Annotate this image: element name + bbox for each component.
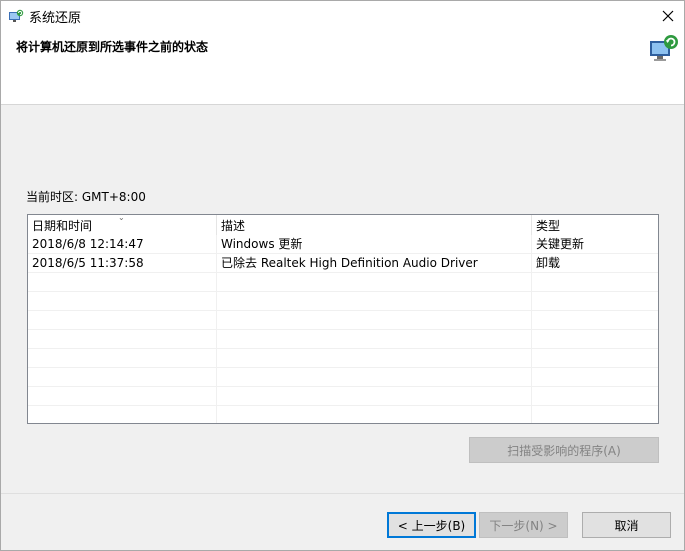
table-row[interactable]: 2018/6/8 12:14:47 Windows 更新 关键更新 bbox=[28, 235, 658, 254]
close-button[interactable] bbox=[657, 6, 679, 26]
timezone-label: 当前时区: GMT+8:00 bbox=[26, 190, 146, 204]
cancel-button[interactable]: 取消 bbox=[582, 512, 671, 538]
empty-row bbox=[28, 311, 658, 330]
close-icon bbox=[662, 10, 674, 22]
next-button[interactable]: 下一步(N) > bbox=[479, 512, 568, 538]
column-header-label: 日期和时间 bbox=[32, 219, 93, 233]
sort-chevron-icon: ⌄ bbox=[118, 214, 125, 222]
column-header-label: 类型 bbox=[536, 219, 561, 233]
system-restore-icon bbox=[647, 31, 681, 65]
row-type: 关键更新 bbox=[536, 237, 585, 251]
empty-row bbox=[28, 292, 658, 311]
row-description: Windows 更新 bbox=[221, 237, 303, 251]
table-row[interactable]: 2018/6/5 11:37:58 已除去 Realtek High Defin… bbox=[28, 254, 658, 273]
empty-row bbox=[28, 330, 658, 349]
empty-row bbox=[28, 368, 658, 387]
column-header-description[interactable]: 描述 bbox=[217, 215, 532, 235]
dialog-header: 系统还原 将计算机还原到所选事件之前的状态 bbox=[1, 1, 684, 105]
column-header-label: 描述 bbox=[221, 219, 246, 233]
column-header-date[interactable]: 日期和时间 ⌄ bbox=[28, 215, 217, 235]
row-type: 卸载 bbox=[536, 256, 561, 270]
window-title: 系统还原 bbox=[29, 11, 82, 26]
empty-row bbox=[28, 273, 658, 292]
restore-points-table[interactable]: 日期和时间 ⌄ 描述 类型 2018/6/8 12:14:47 Windows … bbox=[27, 214, 659, 424]
column-header-type[interactable]: 类型 bbox=[532, 215, 658, 235]
system-restore-icon bbox=[8, 8, 24, 24]
empty-row bbox=[28, 349, 658, 368]
empty-row bbox=[28, 387, 658, 406]
table-header: 日期和时间 ⌄ 描述 类型 bbox=[28, 215, 658, 235]
system-restore-dialog: 系统还原 将计算机还原到所选事件之前的状态 当前时区: GMT+8:00 日期和… bbox=[0, 0, 685, 551]
row-date: 2018/6/8 12:14:47 bbox=[32, 237, 144, 251]
row-date: 2018/6/5 11:37:58 bbox=[32, 256, 144, 270]
back-button[interactable]: < 上一步(B) bbox=[387, 512, 476, 538]
page-heading: 将计算机还原到所选事件之前的状态 bbox=[16, 40, 209, 54]
footer-divider bbox=[1, 493, 684, 494]
row-description: 已除去 Realtek High Definition Audio Driver bbox=[221, 256, 478, 270]
scan-affected-programs-button[interactable]: 扫描受影响的程序(A) bbox=[469, 437, 659, 463]
